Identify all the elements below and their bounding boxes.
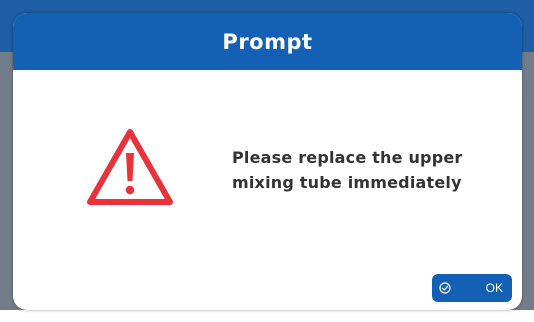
warning-icon (87, 129, 173, 205)
dialog-header: Prompt (13, 13, 522, 70)
prompt-dialog: Prompt Please replace the upper mixing t… (13, 13, 522, 310)
ok-button-label: OK (485, 281, 503, 295)
ok-button[interactable]: OK (432, 274, 512, 302)
check-circle-icon (439, 282, 451, 294)
dialog-message: Please replace the upper mixing tube imm… (232, 148, 463, 192)
dialog-title: Prompt (222, 29, 313, 54)
